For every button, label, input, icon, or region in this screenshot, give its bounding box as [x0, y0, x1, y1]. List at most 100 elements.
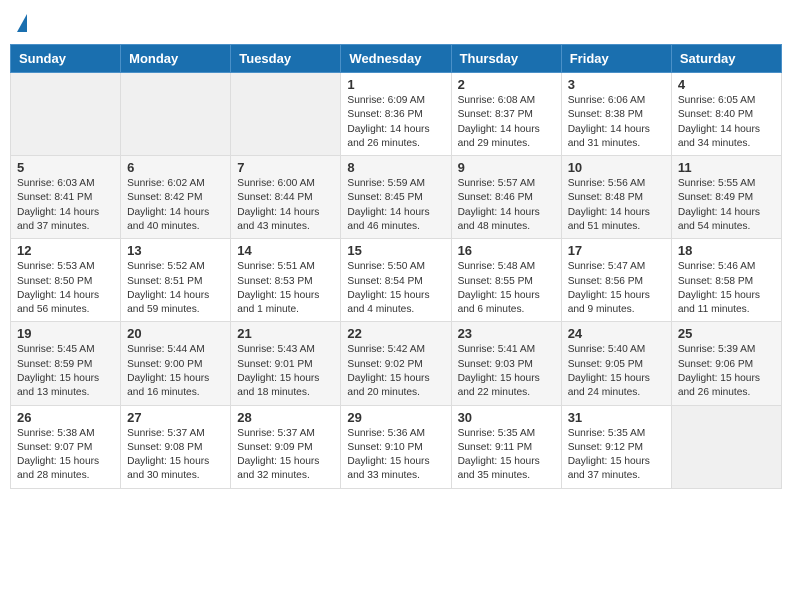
cell-content: Sunrise: 5:45 AMSunset: 8:59 PMDaylight:… [17, 343, 114, 400]
calendar-cell [121, 73, 231, 156]
col-header-tuesday: Tuesday [231, 45, 341, 73]
calendar-cell: 21 Sunrise: 5:43 AMSunset: 9:01 PMDayligh… [231, 322, 341, 405]
cell-content: Sunrise: 5:57 AMSunset: 8:46 PMDaylight:… [458, 177, 555, 234]
calendar-cell: 24 Sunrise: 5:40 AMSunset: 9:05 PMDayligh… [561, 322, 671, 405]
cell-content: Sunrise: 5:46 AMSunset: 8:58 PMDaylight:… [678, 260, 775, 317]
cell-content: Sunrise: 6:05 AMSunset: 8:40 PMDaylight:… [678, 94, 775, 151]
cell-content: Sunrise: 5:56 AMSunset: 8:48 PMDaylight:… [568, 177, 665, 234]
cell-content: Sunrise: 5:48 AMSunset: 8:55 PMDaylight:… [458, 260, 555, 317]
cell-content: Sunrise: 6:00 AMSunset: 8:44 PMDaylight:… [237, 177, 334, 234]
calendar-cell: 22 Sunrise: 5:42 AMSunset: 9:02 PMDayligh… [341, 322, 451, 405]
cell-content: Sunrise: 5:44 AMSunset: 9:00 PMDaylight:… [127, 343, 224, 400]
col-header-monday: Monday [121, 45, 231, 73]
calendar-header-row: SundayMondayTuesdayWednesdayThursdayFrid… [11, 45, 782, 73]
day-number: 7 [237, 160, 334, 175]
calendar-cell: 27Sunrise: 5:37 AMSunset: 9:08 PMDayligh… [121, 405, 231, 488]
cell-content: Sunrise: 5:35 AMSunset: 9:11 PMDaylight:… [458, 427, 555, 484]
calendar-cell: 31 Sunrise: 5:35 AMSunset: 9:12 PMDayligh… [561, 405, 671, 488]
day-number: 8 [347, 160, 444, 175]
calendar-cell: 16 Sunrise: 5:48 AMSunset: 8:55 PMDayligh… [451, 239, 561, 322]
day-number: 5 [17, 160, 114, 175]
day-number: 31 [568, 410, 665, 425]
day-number: 28 [237, 410, 334, 425]
calendar-cell: 19 Sunrise: 5:45 AMSunset: 8:59 PMDayligh… [11, 322, 121, 405]
calendar-week-2: 5Sunrise: 6:03 AMSunset: 8:41 PMDaylight… [11, 156, 782, 239]
cell-content: Sunrise: 5:37 AMSunset: 9:08 PMDaylight:… [127, 427, 224, 484]
calendar-cell: 4 Sunrise: 6:05 AMSunset: 8:40 PMDaylight… [671, 73, 781, 156]
calendar-cell: 18 Sunrise: 5:46 AMSunset: 8:58 PMDayligh… [671, 239, 781, 322]
logo-triangle-icon [17, 14, 27, 32]
day-number: 1 [347, 77, 444, 92]
calendar-cell: 11Sunrise: 5:55 AMSunset: 8:49 PMDayligh… [671, 156, 781, 239]
calendar-week-3: 12 Sunrise: 5:53 AMSunset: 8:50 PMDayligh… [11, 239, 782, 322]
calendar-week-1: 1 Sunrise: 6:09 AMSunset: 8:36 PMDaylight… [11, 73, 782, 156]
calendar-cell [231, 73, 341, 156]
calendar-cell: 14 Sunrise: 5:51 AMSunset: 8:53 PMDayligh… [231, 239, 341, 322]
calendar-cell: 3 Sunrise: 6:06 AMSunset: 8:38 PMDaylight… [561, 73, 671, 156]
cell-content: Sunrise: 5:35 AMSunset: 9:12 PMDaylight:… [568, 427, 665, 484]
cell-content: Sunrise: 5:36 AMSunset: 9:10 PMDaylight:… [347, 427, 444, 484]
calendar-cell: 29 Sunrise: 5:36 AMSunset: 9:10 PMDayligh… [341, 405, 451, 488]
cell-content: Sunrise: 5:37 AMSunset: 9:09 PMDaylight:… [237, 427, 334, 484]
cell-content: Sunrise: 6:08 AMSunset: 8:37 PMDaylight:… [458, 94, 555, 151]
calendar-cell: 25Sunrise: 5:39 AMSunset: 9:06 PMDayligh… [671, 322, 781, 405]
day-number: 9 [458, 160, 555, 175]
cell-content: Sunrise: 5:59 AMSunset: 8:45 PMDaylight:… [347, 177, 444, 234]
day-number: 24 [568, 326, 665, 341]
col-header-sunday: Sunday [11, 45, 121, 73]
calendar-cell: 5Sunrise: 6:03 AMSunset: 8:41 PMDaylight… [11, 156, 121, 239]
cell-content: Sunrise: 5:39 AMSunset: 9:06 PMDaylight:… [678, 343, 775, 400]
day-number: 15 [347, 243, 444, 258]
day-number: 21 [237, 326, 334, 341]
day-number: 20 [127, 326, 224, 341]
calendar-cell: 28 Sunrise: 5:37 AMSunset: 9:09 PMDayligh… [231, 405, 341, 488]
cell-content: Sunrise: 6:06 AMSunset: 8:38 PMDaylight:… [568, 94, 665, 151]
day-number: 12 [17, 243, 114, 258]
day-number: 18 [678, 243, 775, 258]
day-number: 23 [458, 326, 555, 341]
calendar-cell: 26 Sunrise: 5:38 AMSunset: 9:07 PMDayligh… [11, 405, 121, 488]
logo [16, 14, 27, 32]
day-number: 3 [568, 77, 665, 92]
cell-content: Sunrise: 5:42 AMSunset: 9:02 PMDaylight:… [347, 343, 444, 400]
calendar-cell: 2 Sunrise: 6:08 AMSunset: 8:37 PMDaylight… [451, 73, 561, 156]
calendar-cell: 6Sunrise: 6:02 AMSunset: 8:42 PMDaylight… [121, 156, 231, 239]
calendar-cell: 13 Sunrise: 5:52 AMSunset: 8:51 PMDayligh… [121, 239, 231, 322]
day-number: 29 [347, 410, 444, 425]
cell-content: Sunrise: 5:51 AMSunset: 8:53 PMDaylight:… [237, 260, 334, 317]
calendar-week-5: 26 Sunrise: 5:38 AMSunset: 9:07 PMDayligh… [11, 405, 782, 488]
cell-content: Sunrise: 5:47 AMSunset: 8:56 PMDaylight:… [568, 260, 665, 317]
day-number: 2 [458, 77, 555, 92]
day-number: 16 [458, 243, 555, 258]
day-number: 22 [347, 326, 444, 341]
calendar-cell: 1 Sunrise: 6:09 AMSunset: 8:36 PMDaylight… [341, 73, 451, 156]
calendar-cell [11, 73, 121, 156]
col-header-wednesday: Wednesday [341, 45, 451, 73]
calendar-cell: 7 Sunrise: 6:00 AMSunset: 8:44 PMDaylight… [231, 156, 341, 239]
calendar-cell: 9 Sunrise: 5:57 AMSunset: 8:46 PMDaylight… [451, 156, 561, 239]
col-header-friday: Friday [561, 45, 671, 73]
day-number: 13 [127, 243, 224, 258]
day-number: 4 [678, 77, 775, 92]
calendar-cell [671, 405, 781, 488]
cell-content: Sunrise: 5:41 AMSunset: 9:03 PMDaylight:… [458, 343, 555, 400]
calendar-cell: 12 Sunrise: 5:53 AMSunset: 8:50 PMDayligh… [11, 239, 121, 322]
cell-content: Sunrise: 5:40 AMSunset: 9:05 PMDaylight:… [568, 343, 665, 400]
calendar-cell: 15Sunrise: 5:50 AMSunset: 8:54 PMDayligh… [341, 239, 451, 322]
calendar-cell: 17 Sunrise: 5:47 AMSunset: 8:56 PMDayligh… [561, 239, 671, 322]
day-number: 26 [17, 410, 114, 425]
calendar-cell: 10Sunrise: 5:56 AMSunset: 8:48 PMDayligh… [561, 156, 671, 239]
cell-content: Sunrise: 5:38 AMSunset: 9:07 PMDaylight:… [17, 427, 114, 484]
day-number: 19 [17, 326, 114, 341]
cell-content: Sunrise: 5:43 AMSunset: 9:01 PMDaylight:… [237, 343, 334, 400]
cell-content: Sunrise: 5:52 AMSunset: 8:51 PMDaylight:… [127, 260, 224, 317]
day-number: 14 [237, 243, 334, 258]
day-number: 17 [568, 243, 665, 258]
cell-content: Sunrise: 6:09 AMSunset: 8:36 PMDaylight:… [347, 94, 444, 151]
cell-content: Sunrise: 6:02 AMSunset: 8:42 PMDaylight:… [127, 177, 224, 234]
cell-content: Sunrise: 5:53 AMSunset: 8:50 PMDaylight:… [17, 260, 114, 317]
calendar-cell: 8 Sunrise: 5:59 AMSunset: 8:45 PMDaylight… [341, 156, 451, 239]
page-header [10, 10, 782, 36]
cell-content: Sunrise: 5:55 AMSunset: 8:49 PMDaylight:… [678, 177, 775, 234]
col-header-thursday: Thursday [451, 45, 561, 73]
